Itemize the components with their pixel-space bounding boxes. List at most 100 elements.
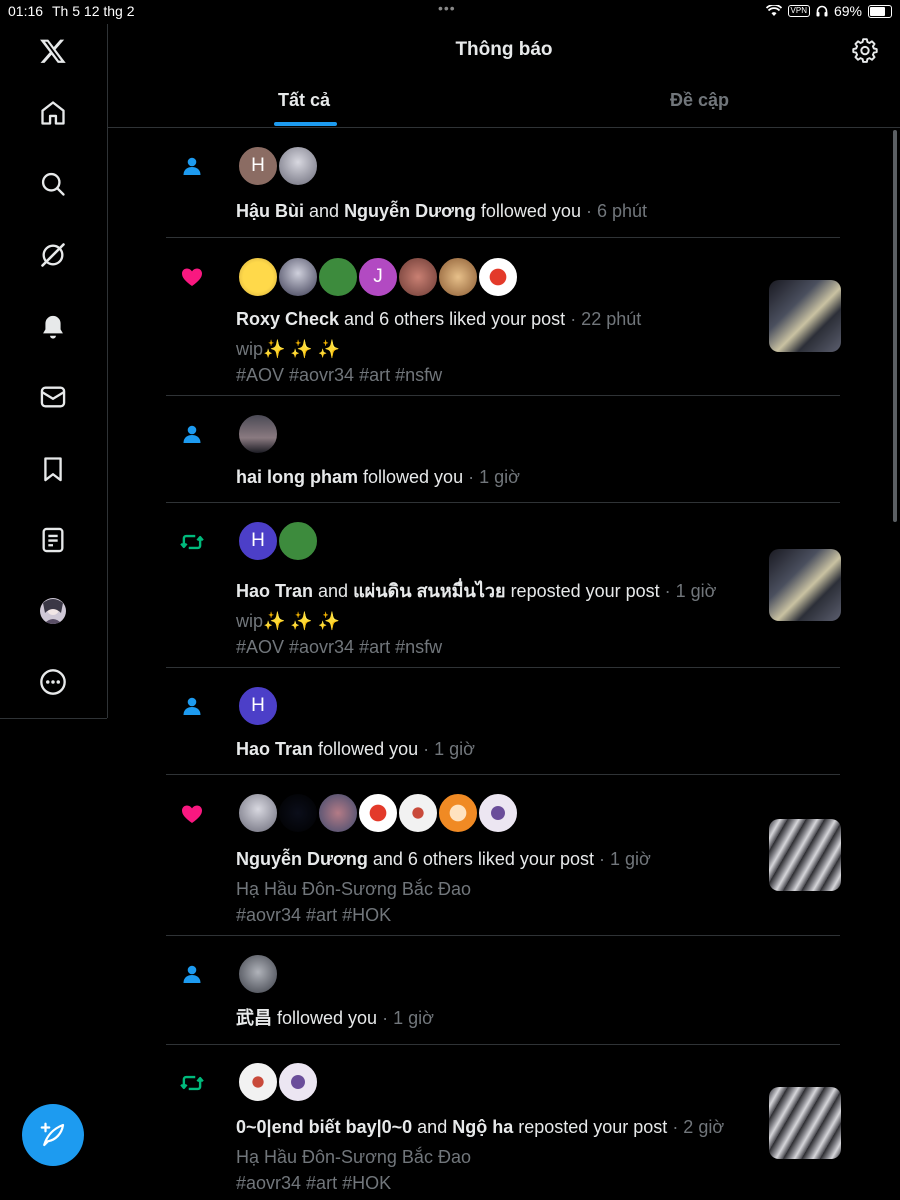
- wifi-icon: [765, 5, 782, 16]
- post-text: wip✨ ✨ ✨: [236, 339, 341, 359]
- avatar[interactable]: [238, 954, 278, 994]
- avatar[interactable]: [238, 793, 278, 833]
- home-icon[interactable]: [36, 96, 70, 130]
- avatar[interactable]: [478, 257, 518, 297]
- notification-item[interactable]: hai long pham followed you · 1 giờ: [166, 396, 840, 503]
- action-text: followed you: [313, 739, 419, 759]
- post-hashtags: #aovr34 #art #HOK: [236, 1173, 392, 1193]
- action-text: followed you: [272, 1008, 378, 1028]
- repost-icon: [178, 528, 206, 556]
- avatar[interactable]: [238, 414, 278, 454]
- battery-icon: [868, 4, 892, 18]
- avatar[interactable]: J: [358, 257, 398, 297]
- notification-item[interactable]: H Hao Tran followed you · 1 giờ: [166, 668, 840, 775]
- actor-name[interactable]: Hậu Bùi: [236, 201, 304, 221]
- actor-name[interactable]: แผ่นดิน สนหมื่นไวย: [353, 581, 505, 601]
- post-thumbnail[interactable]: [769, 280, 841, 352]
- actor-name[interactable]: Ngộ ha: [452, 1117, 513, 1137]
- notification-item[interactable]: J Roxy Check and 6 others liked your pos…: [166, 238, 841, 396]
- timestamp: · 1 giờ: [593, 849, 651, 869]
- notification-item[interactable]: Nguyễn Dương and 6 others liked your pos…: [166, 775, 841, 936]
- header: Thông báo Tất cả Đề cập: [108, 24, 900, 128]
- gear-icon: [852, 38, 878, 63]
- timestamp: · 1 giờ: [377, 1008, 434, 1028]
- avatar[interactable]: [238, 257, 278, 297]
- post-thumbnail[interactable]: [769, 549, 841, 621]
- repost-icon: [178, 1069, 206, 1097]
- post-thumbnail[interactable]: [769, 1087, 841, 1159]
- search-icon[interactable]: [36, 167, 70, 201]
- avatar[interactable]: [278, 257, 318, 297]
- avatar[interactable]: [438, 257, 478, 297]
- avatar[interactable]: [278, 146, 318, 186]
- tab-all[interactable]: Tất cả: [278, 90, 330, 111]
- notification-item[interactable]: H Hao Tran and แผ่นดิน สนหมื่นไวย repost…: [166, 503, 841, 668]
- post-hashtags: #AOV #aovr34 #art #nsfw: [236, 637, 443, 657]
- sidebar-bottom-divider: [0, 718, 107, 719]
- profile-avatar[interactable]: [36, 594, 70, 628]
- battery-percent: 69%: [833, 3, 862, 19]
- person-icon: [178, 420, 206, 448]
- active-tab-indicator: [274, 122, 337, 126]
- notification-text: Roxy Check and 6 others liked your post …: [236, 306, 756, 332]
- sidebar-divider: [107, 24, 108, 718]
- post-text: wip✨ ✨ ✨: [236, 611, 341, 631]
- notification-text: Hao Tran followed you · 1 giờ: [236, 736, 756, 762]
- bookmark-icon[interactable]: [36, 452, 70, 486]
- action-text: followed you: [475, 201, 581, 221]
- avatar[interactable]: [238, 1062, 278, 1102]
- avatar-group: H: [238, 521, 318, 561]
- avatar[interactable]: [318, 793, 358, 833]
- status-time: 01:16: [8, 3, 44, 19]
- scrollbar[interactable]: [893, 130, 897, 522]
- page-title: Thông báo: [455, 39, 553, 60]
- actor-name[interactable]: 武昌: [236, 1008, 272, 1028]
- heart-icon: [178, 263, 206, 291]
- avatar[interactable]: [438, 793, 478, 833]
- avatar[interactable]: [278, 1062, 318, 1102]
- timestamp: · 6 phút: [580, 201, 648, 221]
- actor-name[interactable]: Nguyễn Dương: [344, 201, 476, 221]
- avatar-group: [238, 793, 518, 833]
- person-icon: [178, 152, 206, 180]
- notification-item[interactable]: H Hậu Bùi and Nguyễn Dương followed you …: [166, 130, 840, 238]
- post-hashtags: #AOV #aovr34 #art #nsfw: [236, 365, 443, 385]
- notification-item[interactable]: 武昌 followed you · 1 giờ: [166, 936, 840, 1045]
- avatar[interactable]: H: [238, 146, 278, 186]
- actor-name[interactable]: Roxy Check: [236, 309, 339, 329]
- x-logo-icon[interactable]: [36, 34, 70, 68]
- avatar[interactable]: [278, 793, 318, 833]
- actor-name[interactable]: Nguyễn Dương: [236, 849, 368, 869]
- mail-icon[interactable]: [36, 380, 70, 414]
- compose-button[interactable]: [22, 1104, 84, 1166]
- actor-name[interactable]: hai long pham: [236, 467, 358, 487]
- bell-icon[interactable]: [36, 310, 70, 344]
- actor-name[interactable]: 0~0|end biết bay|0~0: [236, 1117, 412, 1137]
- post-thumbnail[interactable]: [769, 819, 841, 891]
- grok-icon[interactable]: [36, 238, 70, 272]
- action-text: reposted your post: [513, 1117, 668, 1137]
- avatar[interactable]: [478, 793, 518, 833]
- notification-item[interactable]: 0~0|end biết bay|0~0 and Ngộ ha reposted…: [166, 1045, 841, 1200]
- more-icon[interactable]: [36, 665, 70, 699]
- avatar[interactable]: H: [238, 521, 278, 561]
- actor-name[interactable]: Hao Tran: [236, 581, 313, 601]
- settings-button[interactable]: [852, 37, 878, 63]
- timestamp: · 2 giờ: [667, 1117, 725, 1137]
- status-right: VPN 69%: [765, 3, 892, 19]
- avatar[interactable]: [318, 257, 358, 297]
- avatar-group: [238, 954, 278, 994]
- tab-mentions[interactable]: Đề cập: [670, 90, 729, 111]
- avatar[interactable]: [398, 257, 438, 297]
- avatar[interactable]: [278, 521, 318, 561]
- avatar[interactable]: [398, 793, 438, 833]
- avatar[interactable]: [358, 793, 398, 833]
- actor-name[interactable]: Hao Tran: [236, 739, 313, 759]
- person-icon: [178, 960, 206, 988]
- avatar[interactable]: H: [238, 686, 278, 726]
- multitasking-dots[interactable]: •••: [438, 0, 456, 16]
- header-divider: [108, 127, 900, 128]
- status-bar: 01:16 Th 5 12 thg 2 ••• VPN 69%: [0, 0, 900, 24]
- lists-icon[interactable]: [36, 523, 70, 557]
- post-text: Hạ Hầu Đôn-Sương Bắc Đao: [236, 879, 471, 899]
